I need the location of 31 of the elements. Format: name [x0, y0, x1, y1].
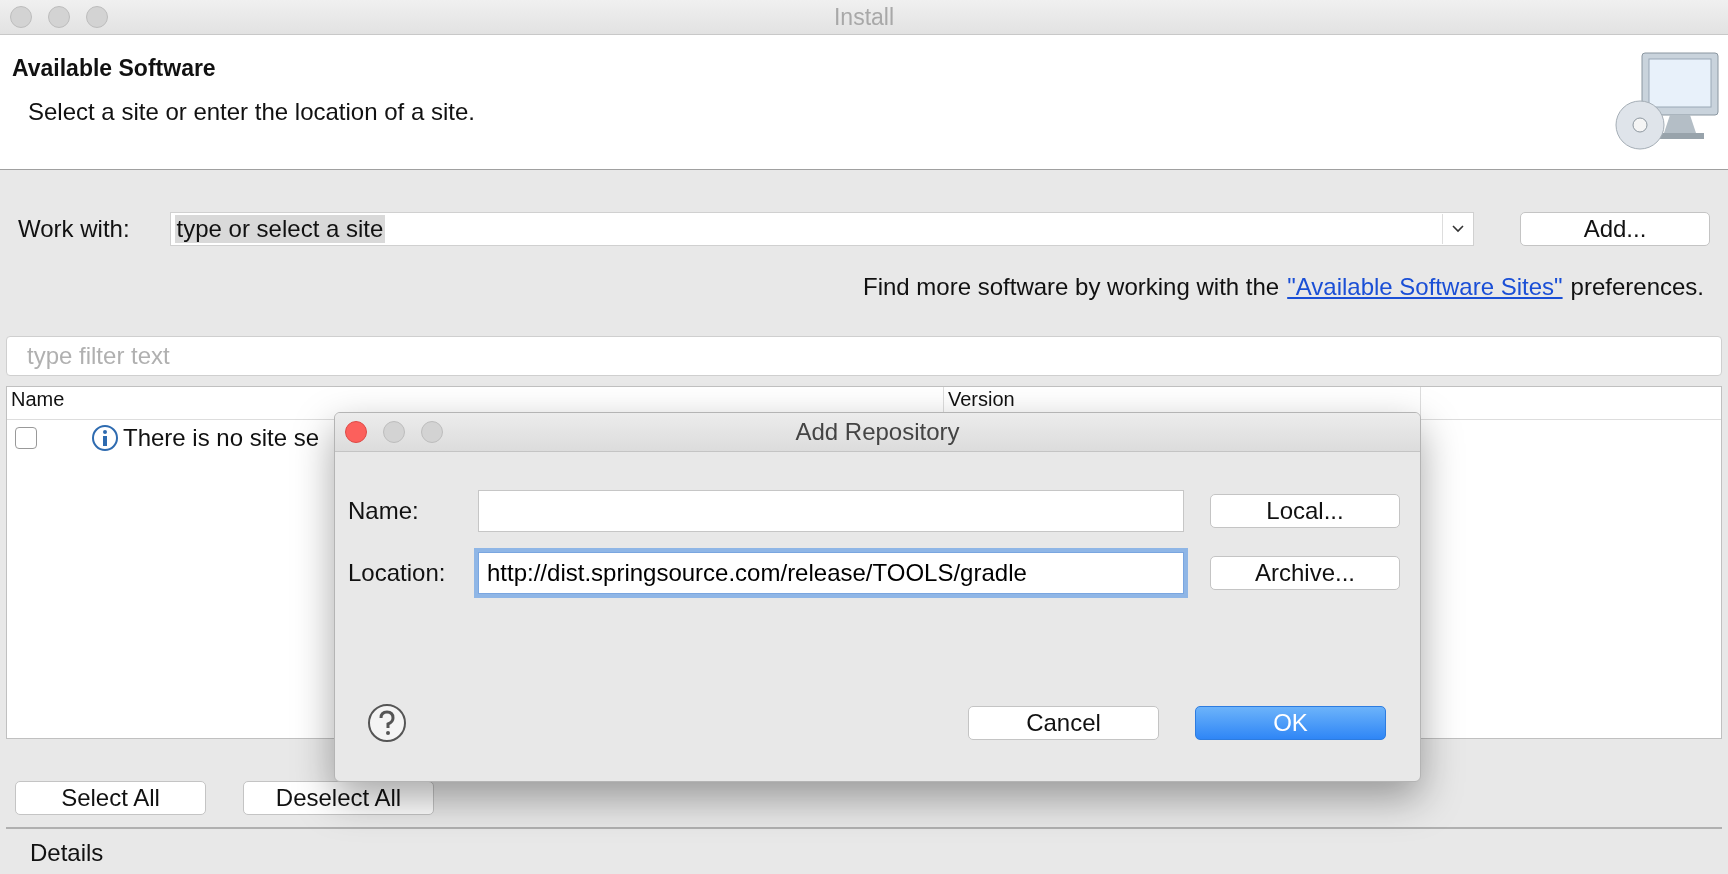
- close-button[interactable]: [345, 421, 367, 443]
- site-combo-box[interactable]: type or select a site: [169, 212, 1474, 246]
- work-with-label: Work with:: [18, 215, 130, 243]
- input-field[interactable]: [478, 490, 1184, 532]
- minimize-button[interactable]: [383, 421, 405, 443]
- hint-text: Find more software by working with the: [863, 273, 1280, 301]
- dialog-button[interactable]: Cancel: [968, 706, 1159, 740]
- field-label: Location:: [348, 559, 447, 587]
- minimize-button[interactable]: [48, 6, 70, 28]
- sites-link[interactable]: "Available Software Sites": [1287, 273, 1563, 301]
- filter-field[interactable]: type filter text: [6, 336, 1722, 376]
- info-icon: [91, 424, 119, 452]
- browse-button[interactable]: Local...: [1210, 494, 1400, 528]
- zoom-button[interactable]: [86, 6, 108, 28]
- add-button[interactable]: Add...: [1520, 212, 1710, 246]
- select-button[interactable]: Select All: [15, 781, 206, 815]
- browse-button[interactable]: Archive...: [1210, 556, 1400, 590]
- row-text: There is no site se: [123, 424, 320, 452]
- field-label: Name:: [348, 497, 420, 525]
- details-label: Details: [30, 839, 105, 867]
- input-field[interactable]: http://dist.springsource.com/release/TOOLS/gradle: [478, 552, 1184, 594]
- hint-text: preferences.: [1570, 273, 1704, 301]
- close-button[interactable]: [10, 6, 32, 28]
- checkbox[interactable]: [15, 427, 37, 449]
- select-button[interactable]: Deselect All: [243, 781, 434, 815]
- page-title: Available Software: [12, 55, 217, 82]
- dialog-title: Add Repository: [795, 418, 960, 446]
- help-icon[interactable]: [367, 703, 407, 743]
- window-title: Install: [833, 3, 895, 31]
- page-subtitle: Select a site or enter the location of a site.: [27, 98, 475, 126]
- zoom-button[interactable]: [421, 421, 443, 443]
